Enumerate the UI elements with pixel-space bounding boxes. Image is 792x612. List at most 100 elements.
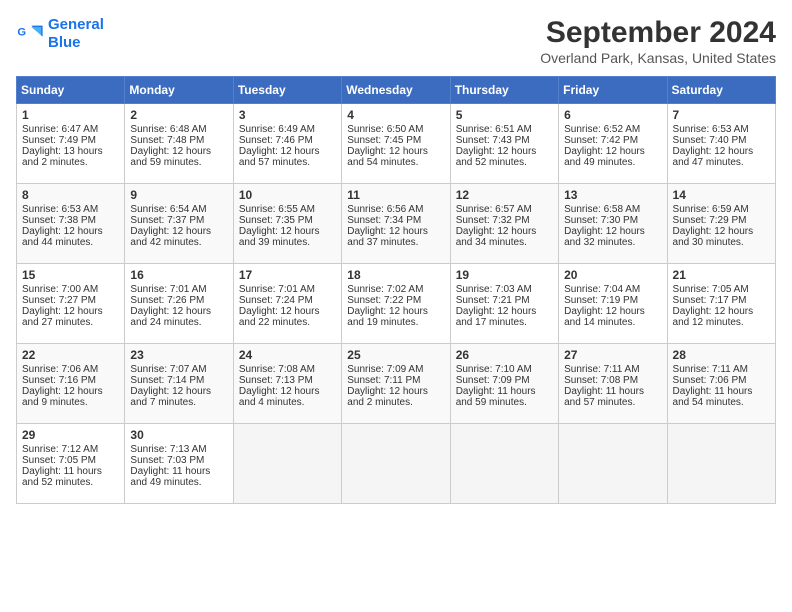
sunset-label: Sunset: 7:40 PM	[673, 135, 747, 146]
sunrise-label: Sunrise: 7:11 AM	[564, 364, 639, 375]
day-number: 7	[673, 108, 770, 122]
sunrise-label: Sunrise: 6:55 AM	[239, 204, 315, 215]
day-number: 13	[564, 188, 661, 202]
calendar-cell: 2 Sunrise: 6:48 AM Sunset: 7:48 PM Dayli…	[125, 104, 233, 184]
day-number: 23	[130, 348, 227, 362]
daylight-label: Daylight: 12 hours and 2 minutes.	[347, 386, 428, 408]
calendar-cell: 15 Sunrise: 7:00 AM Sunset: 7:27 PM Dayl…	[17, 264, 125, 344]
daylight-label: Daylight: 11 hours and 52 minutes.	[22, 466, 102, 488]
sunset-label: Sunset: 7:42 PM	[564, 135, 638, 146]
day-number: 10	[239, 188, 336, 202]
weekday-header-monday: Monday	[125, 77, 233, 104]
day-number: 5	[456, 108, 553, 122]
calendar-week-row: 22 Sunrise: 7:06 AM Sunset: 7:16 PM Dayl…	[17, 344, 776, 424]
daylight-label: Daylight: 11 hours and 49 minutes.	[130, 466, 210, 488]
logo-text: General Blue	[48, 16, 104, 52]
daylight-label: Daylight: 12 hours and 44 minutes.	[22, 226, 103, 248]
logo-icon: G	[16, 20, 44, 48]
calendar-cell: 25 Sunrise: 7:09 AM Sunset: 7:11 PM Dayl…	[342, 344, 450, 424]
day-number: 22	[22, 348, 119, 362]
daylight-label: Daylight: 12 hours and 42 minutes.	[130, 226, 211, 248]
sunset-label: Sunset: 7:49 PM	[22, 135, 96, 146]
calendar-cell	[667, 424, 775, 504]
sunrise-label: Sunrise: 7:11 AM	[673, 364, 748, 375]
calendar-cell: 7 Sunrise: 6:53 AM Sunset: 7:40 PM Dayli…	[667, 104, 775, 184]
daylight-label: Daylight: 12 hours and 30 minutes.	[673, 226, 754, 248]
day-number: 29	[22, 428, 119, 442]
daylight-label: Daylight: 11 hours and 59 minutes.	[456, 386, 536, 408]
day-number: 2	[130, 108, 227, 122]
day-number: 4	[347, 108, 444, 122]
sunrise-label: Sunrise: 6:58 AM	[564, 204, 640, 215]
sunset-label: Sunset: 7:38 PM	[22, 215, 96, 226]
sunset-label: Sunset: 7:34 PM	[347, 215, 421, 226]
day-number: 8	[22, 188, 119, 202]
weekday-header-friday: Friday	[559, 77, 667, 104]
sunrise-label: Sunrise: 6:54 AM	[130, 204, 206, 215]
daylight-label: Daylight: 12 hours and 57 minutes.	[239, 146, 320, 168]
calendar-cell: 17 Sunrise: 7:01 AM Sunset: 7:24 PM Dayl…	[233, 264, 341, 344]
sunrise-label: Sunrise: 6:50 AM	[347, 124, 423, 135]
calendar-cell: 29 Sunrise: 7:12 AM Sunset: 7:05 PM Dayl…	[17, 424, 125, 504]
sunrise-label: Sunrise: 6:52 AM	[564, 124, 640, 135]
sunset-label: Sunset: 7:08 PM	[564, 375, 638, 386]
daylight-label: Daylight: 12 hours and 49 minutes.	[564, 146, 645, 168]
daylight-label: Daylight: 12 hours and 59 minutes.	[130, 146, 211, 168]
sunset-label: Sunset: 7:24 PM	[239, 295, 313, 306]
calendar-cell	[559, 424, 667, 504]
day-number: 25	[347, 348, 444, 362]
calendar-cell: 26 Sunrise: 7:10 AM Sunset: 7:09 PM Dayl…	[450, 344, 558, 424]
daylight-label: Daylight: 12 hours and 39 minutes.	[239, 226, 320, 248]
sunset-label: Sunset: 7:48 PM	[130, 135, 204, 146]
weekday-header-tuesday: Tuesday	[233, 77, 341, 104]
day-number: 12	[456, 188, 553, 202]
weekday-header-sunday: Sunday	[17, 77, 125, 104]
calendar-week-row: 29 Sunrise: 7:12 AM Sunset: 7:05 PM Dayl…	[17, 424, 776, 504]
calendar-cell: 24 Sunrise: 7:08 AM Sunset: 7:13 PM Dayl…	[233, 344, 341, 424]
day-number: 27	[564, 348, 661, 362]
sunrise-label: Sunrise: 7:03 AM	[456, 284, 532, 295]
daylight-label: Daylight: 12 hours and 12 minutes.	[673, 306, 754, 328]
sunrise-label: Sunrise: 7:09 AM	[347, 364, 423, 375]
daylight-label: Daylight: 12 hours and 19 minutes.	[347, 306, 428, 328]
weekday-header-wednesday: Wednesday	[342, 77, 450, 104]
title-block: September 2024 Overland Park, Kansas, Un…	[540, 16, 776, 66]
daylight-label: Daylight: 11 hours and 57 minutes.	[564, 386, 644, 408]
calendar-cell: 3 Sunrise: 6:49 AM Sunset: 7:46 PM Dayli…	[233, 104, 341, 184]
sunrise-label: Sunrise: 7:01 AM	[130, 284, 206, 295]
day-number: 19	[456, 268, 553, 282]
daylight-label: Daylight: 12 hours and 47 minutes.	[673, 146, 754, 168]
weekday-header-saturday: Saturday	[667, 77, 775, 104]
daylight-label: Daylight: 12 hours and 37 minutes.	[347, 226, 428, 248]
calendar-cell: 14 Sunrise: 6:59 AM Sunset: 7:29 PM Dayl…	[667, 184, 775, 264]
logo: G General Blue	[16, 16, 104, 52]
calendar-cell: 9 Sunrise: 6:54 AM Sunset: 7:37 PM Dayli…	[125, 184, 233, 264]
sunset-label: Sunset: 7:14 PM	[130, 375, 204, 386]
day-number: 1	[22, 108, 119, 122]
sunrise-label: Sunrise: 6:47 AM	[22, 124, 98, 135]
sunrise-label: Sunrise: 7:13 AM	[130, 444, 206, 455]
sunset-label: Sunset: 7:26 PM	[130, 295, 204, 306]
calendar-cell: 28 Sunrise: 7:11 AM Sunset: 7:06 PM Dayl…	[667, 344, 775, 424]
calendar-cell: 20 Sunrise: 7:04 AM Sunset: 7:19 PM Dayl…	[559, 264, 667, 344]
sunset-label: Sunset: 7:19 PM	[564, 295, 638, 306]
sunset-label: Sunset: 7:21 PM	[456, 295, 530, 306]
day-number: 17	[239, 268, 336, 282]
sunrise-label: Sunrise: 7:00 AM	[22, 284, 98, 295]
calendar-cell: 4 Sunrise: 6:50 AM Sunset: 7:45 PM Dayli…	[342, 104, 450, 184]
day-number: 11	[347, 188, 444, 202]
day-number: 24	[239, 348, 336, 362]
page-header: G General Blue September 2024 Overland P…	[16, 16, 776, 66]
day-number: 20	[564, 268, 661, 282]
calendar-week-row: 8 Sunrise: 6:53 AM Sunset: 7:38 PM Dayli…	[17, 184, 776, 264]
day-number: 16	[130, 268, 227, 282]
sunrise-label: Sunrise: 6:56 AM	[347, 204, 423, 215]
daylight-label: Daylight: 12 hours and 4 minutes.	[239, 386, 320, 408]
calendar-cell: 16 Sunrise: 7:01 AM Sunset: 7:26 PM Dayl…	[125, 264, 233, 344]
sunset-label: Sunset: 7:22 PM	[347, 295, 421, 306]
day-number: 3	[239, 108, 336, 122]
sunset-label: Sunset: 7:37 PM	[130, 215, 204, 226]
calendar-cell	[342, 424, 450, 504]
sunrise-label: Sunrise: 6:57 AM	[456, 204, 532, 215]
day-number: 14	[673, 188, 770, 202]
